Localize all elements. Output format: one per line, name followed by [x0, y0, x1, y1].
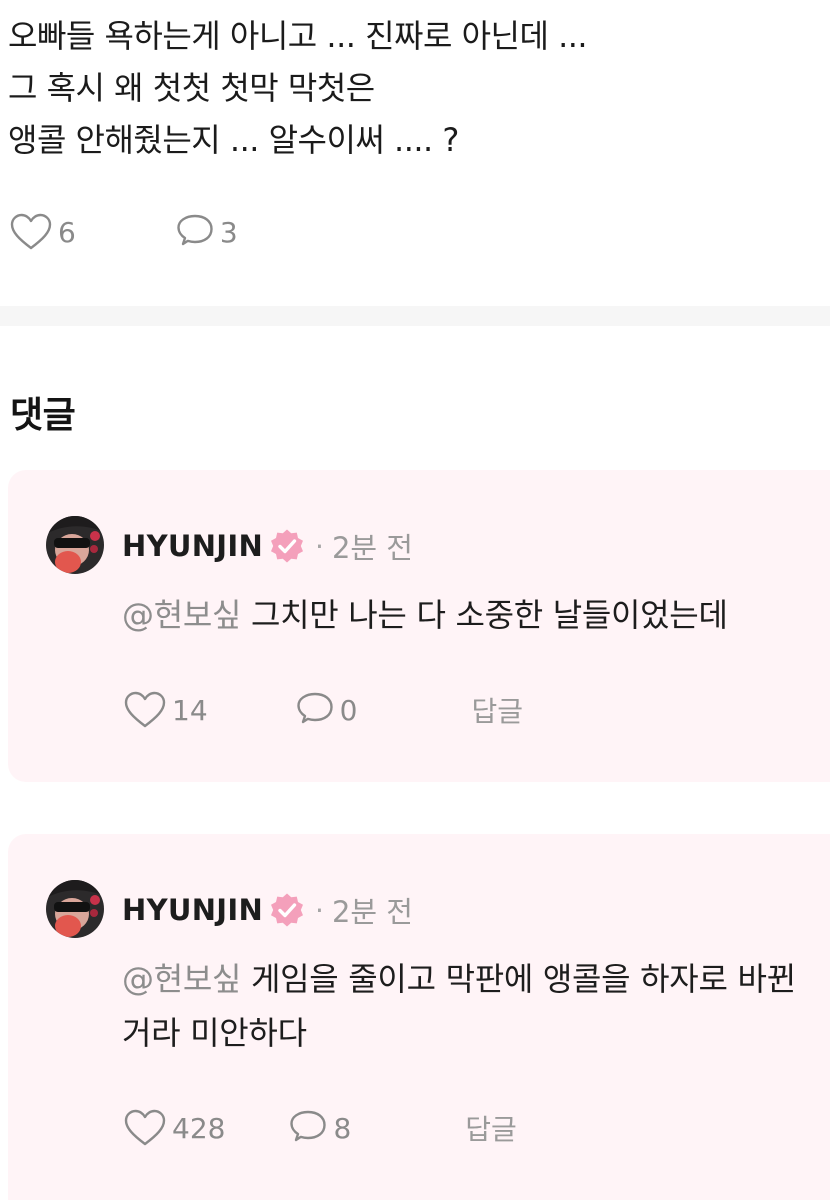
comment-reply-count-button[interactable]: 0	[296, 692, 358, 728]
heart-outline-icon	[124, 1109, 166, 1146]
mention[interactable]: @현보싶	[122, 960, 241, 998]
post-actions: 6 3	[10, 208, 238, 256]
verified-badge-icon	[271, 893, 304, 927]
reply-button[interactable]: 답글	[465, 1108, 517, 1148]
comment-like-button[interactable]: 428	[124, 1109, 225, 1147]
comment-reply-count: 0	[339, 693, 358, 727]
comments-title: 댓글	[10, 395, 76, 436]
comment-reply-count-button[interactable]: 8	[289, 1110, 351, 1146]
post-like-button[interactable]: 6	[10, 213, 76, 251]
post-line-2: 그 혹시 왜 첫첫 첫막 막첫은	[8, 69, 375, 107]
comment-actions: 14 0 답글	[124, 686, 523, 734]
comment-reply-count: 8	[333, 1111, 352, 1145]
separator-dot: ·	[315, 529, 324, 563]
post-line-3: 앵콜 안해줬는지 ... 알수이써 .... ?	[8, 121, 459, 159]
comment-like-count: 428	[172, 1111, 226, 1145]
post-comment-button[interactable]: 3	[176, 214, 238, 250]
comment-actions: 428 8 답글	[124, 1104, 517, 1152]
speech-bubble-icon	[296, 692, 333, 724]
comment-header: HYUNJIN · 2분 전	[122, 886, 413, 934]
author-name[interactable]: HYUNJIN	[122, 529, 263, 563]
separator-dot: ·	[315, 893, 324, 927]
post-like-count: 6	[58, 215, 76, 249]
speech-bubble-icon	[177, 214, 213, 246]
author-name[interactable]: HYUNJIN	[122, 893, 263, 927]
verified-badge-icon	[271, 529, 304, 563]
comment-text: @현보싶 그치만 나는 다 소중한 날들이었는데	[122, 588, 812, 642]
mention[interactable]: @현보싶	[122, 596, 241, 634]
section-divider	[0, 306, 830, 326]
comment-time: 2분 전	[331, 895, 413, 929]
speech-bubble-icon	[290, 1110, 327, 1142]
comment-text: @현보싶 게임을 줄이고 막판에 앵콜을 하자로 바뀐거라 미안하다	[122, 952, 812, 1060]
heart-outline-icon	[10, 213, 52, 250]
heart-outline-icon	[124, 691, 166, 728]
comment-card: HYUNJIN · 2분 전 @현보싶 게임을 줄이고 막판에 앵콜을 하자로 …	[8, 834, 830, 1200]
post-line-1: 오빠들 욕하는게 아니고 ... 진짜로 아닌데 ...	[8, 17, 588, 55]
comment-card: HYUNJIN · 2분 전 @현보싶 그치만 나는 다 소중한 날들이었는데 …	[8, 470, 830, 782]
comment-time: 2분 전	[331, 531, 413, 565]
comment-body: 그치만 나는 다 소중한 날들이었는데	[251, 596, 728, 634]
avatar[interactable]	[46, 516, 104, 574]
reply-button[interactable]: 답글	[471, 690, 523, 730]
comment-like-count: 14	[172, 693, 208, 727]
post-comment-count: 3	[219, 215, 238, 249]
comment-header: HYUNJIN · 2분 전	[122, 522, 413, 570]
post-body: 오빠들 욕하는게 아니고 ... 진짜로 아닌데 ... 그 혹시 왜 첫첫 첫…	[8, 10, 588, 166]
post: 오빠들 욕하는게 아니고 ... 진짜로 아닌데 ... 그 혹시 왜 첫첫 첫…	[0, 0, 830, 306]
avatar[interactable]	[46, 880, 104, 938]
comment-like-button[interactable]: 14	[124, 691, 208, 729]
